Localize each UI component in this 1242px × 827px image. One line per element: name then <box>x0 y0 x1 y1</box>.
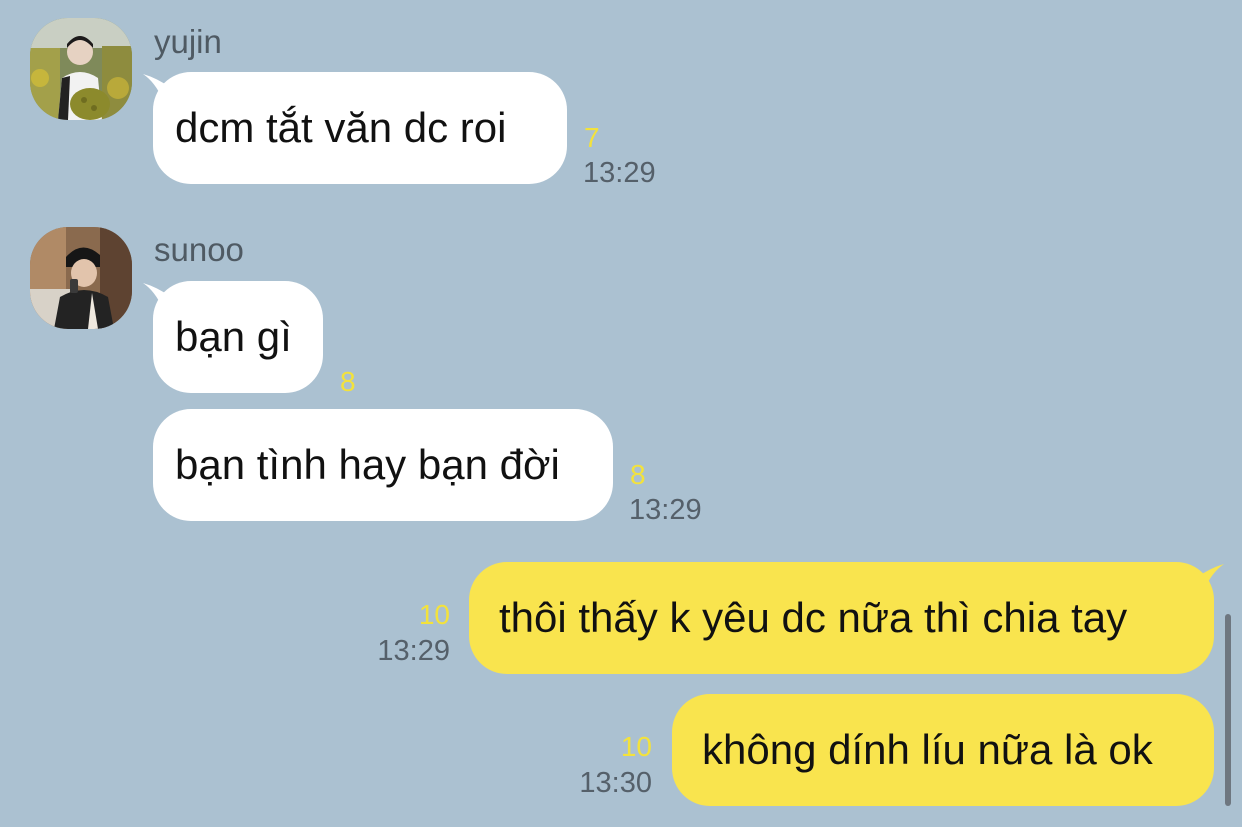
sender-name: sunoo <box>154 231 244 268</box>
unread-count: 10 <box>620 731 652 762</box>
bubble-tail-icon <box>1196 564 1224 590</box>
bubble-tail-icon <box>143 283 171 309</box>
avatar-yujin[interactable] <box>30 18 132 120</box>
message-bubble[interactable]: bạn tình hay bạn đời <box>153 409 613 521</box>
unread-count: 7 <box>584 122 600 153</box>
unread-count: 10 <box>418 599 450 630</box>
message-bubble[interactable]: dcm tắt văn dc roi <box>143 72 567 184</box>
sender-name: yujin <box>154 23 222 60</box>
message-text: bạn gì <box>175 313 292 360</box>
timestamp: 13:30 <box>579 767 652 799</box>
scrollbar[interactable] <box>1225 614 1231 806</box>
message-text: bạn tình hay bạn đời <box>175 441 560 488</box>
timestamp: 13:29 <box>629 494 702 526</box>
unread-count: 8 <box>340 366 356 397</box>
message-text: không dính líu nữa là ok <box>702 726 1153 773</box>
message-text: dcm tắt văn dc roi <box>175 104 507 151</box>
bubble-tail-icon <box>143 74 171 100</box>
message-text: thôi thấy k yêu dc nữa thì chia tay <box>499 594 1128 641</box>
message-bubble[interactable]: thôi thấy k yêu dc nữa thì chia tay <box>469 562 1224 674</box>
message-bubble[interactable]: bạn gì <box>143 281 323 393</box>
unread-count: 8 <box>630 459 646 490</box>
message-bubble[interactable]: không dính líu nữa là ok <box>672 694 1214 806</box>
timestamp: 13:29 <box>377 635 450 667</box>
avatar-photo-icon <box>30 18 132 120</box>
chat-view[interactable]: yujin dcm tắt văn dc roi 7 13:29 sunoo b… <box>0 0 1242 827</box>
avatar-photo-icon <box>30 227 132 329</box>
timestamp: 13:29 <box>583 157 656 189</box>
avatar-sunoo[interactable] <box>30 227 132 329</box>
